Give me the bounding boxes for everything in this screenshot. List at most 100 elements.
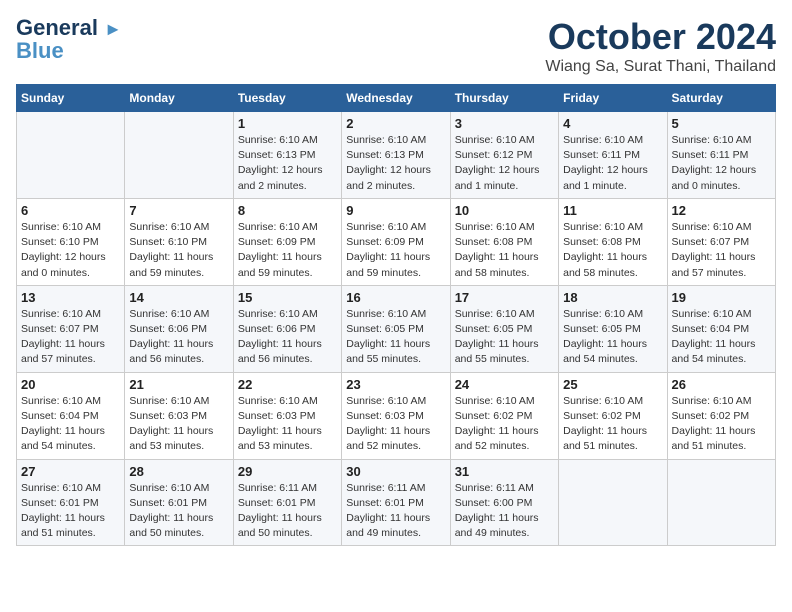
calendar-cell: 7 Sunrise: 6:10 AM Sunset: 6:10 PM Daylig…	[125, 198, 233, 285]
day-number: 2	[346, 116, 445, 131]
calendar-cell: 18 Sunrise: 6:10 AM Sunset: 6:05 PM Dayli…	[559, 285, 667, 372]
weekday-header-tuesday: Tuesday	[233, 85, 341, 112]
day-number: 8	[238, 203, 337, 218]
day-number: 25	[563, 377, 662, 392]
day-detail: Sunrise: 6:10 AM Sunset: 6:09 PM Dayligh…	[346, 220, 445, 281]
weekday-header-wednesday: Wednesday	[342, 85, 450, 112]
calendar-cell: 1Sunrise: 6:10 AM Sunset: 6:13 PM Daylig…	[233, 112, 341, 199]
calendar-cell: 27 Sunrise: 6:10 AM Sunset: 6:01 PM Dayli…	[17, 459, 125, 546]
day-detail: Sunrise: 6:10 AM Sunset: 6:12 PM Dayligh…	[455, 133, 554, 194]
weekday-header-monday: Monday	[125, 85, 233, 112]
title-block: October 2024 Wiang Sa, Surat Thani, Thai…	[545, 16, 776, 76]
day-detail: Sunrise: 6:10 AM Sunset: 6:05 PM Dayligh…	[455, 307, 554, 368]
day-number: 30	[346, 464, 445, 479]
calendar-cell: 9 Sunrise: 6:10 AM Sunset: 6:09 PM Daylig…	[342, 198, 450, 285]
location-subtitle: Wiang Sa, Surat Thani, Thailand	[545, 58, 776, 76]
calendar-cell: 14Sunrise: 6:10 AM Sunset: 6:06 PM Dayli…	[125, 285, 233, 372]
calendar-cell: 31 Sunrise: 6:11 AM Sunset: 6:00 PM Dayli…	[450, 459, 558, 546]
day-detail: Sunrise: 6:10 AM Sunset: 6:05 PM Dayligh…	[346, 307, 445, 368]
day-number: 28	[129, 464, 228, 479]
day-number: 19	[672, 290, 771, 305]
logo-blue: Blue	[16, 40, 64, 62]
day-number: 17	[455, 290, 554, 305]
calendar-cell: 19Sunrise: 6:10 AM Sunset: 6:04 PM Dayli…	[667, 285, 775, 372]
day-detail: Sunrise: 6:10 AM Sunset: 6:11 PM Dayligh…	[672, 133, 771, 194]
weekday-header-sunday: Sunday	[17, 85, 125, 112]
day-detail: Sunrise: 6:10 AM Sunset: 6:07 PM Dayligh…	[672, 220, 771, 281]
day-detail: Sunrise: 6:11 AM Sunset: 6:01 PM Dayligh…	[238, 481, 337, 542]
calendar-cell	[667, 459, 775, 546]
day-detail: Sunrise: 6:10 AM Sunset: 6:06 PM Dayligh…	[238, 307, 337, 368]
month-title: October 2024	[545, 16, 776, 58]
calendar-cell: 4 Sunrise: 6:10 AM Sunset: 6:11 PM Daylig…	[559, 112, 667, 199]
logo-general: General	[16, 15, 98, 40]
day-number: 7	[129, 203, 228, 218]
day-detail: Sunrise: 6:10 AM Sunset: 6:11 PM Dayligh…	[563, 133, 662, 194]
day-detail: Sunrise: 6:10 AM Sunset: 6:02 PM Dayligh…	[563, 394, 662, 455]
calendar-cell: 8 Sunrise: 6:10 AM Sunset: 6:09 PM Daylig…	[233, 198, 341, 285]
day-number: 14	[129, 290, 228, 305]
day-number: 21	[129, 377, 228, 392]
day-number: 15	[238, 290, 337, 305]
calendar-cell: 24Sunrise: 6:10 AM Sunset: 6:02 PM Dayli…	[450, 372, 558, 459]
day-detail: Sunrise: 6:10 AM Sunset: 6:09 PM Dayligh…	[238, 220, 337, 281]
day-number: 18	[563, 290, 662, 305]
day-detail: Sunrise: 6:10 AM Sunset: 6:13 PM Dayligh…	[346, 133, 445, 194]
calendar-cell: 25 Sunrise: 6:10 AM Sunset: 6:02 PM Dayli…	[559, 372, 667, 459]
day-detail: Sunrise: 6:10 AM Sunset: 6:03 PM Dayligh…	[129, 394, 228, 455]
day-detail: Sunrise: 6:10 AM Sunset: 6:05 PM Dayligh…	[563, 307, 662, 368]
calendar-table: SundayMondayTuesdayWednesdayThursdayFrid…	[16, 84, 776, 546]
day-number: 31	[455, 464, 554, 479]
day-number: 12	[672, 203, 771, 218]
weekday-header-thursday: Thursday	[450, 85, 558, 112]
calendar-cell: 16 Sunrise: 6:10 AM Sunset: 6:05 PM Dayli…	[342, 285, 450, 372]
calendar-cell: 11 Sunrise: 6:10 AM Sunset: 6:08 PM Dayli…	[559, 198, 667, 285]
calendar-cell: 3 Sunrise: 6:10 AM Sunset: 6:12 PM Daylig…	[450, 112, 558, 199]
calendar-cell: 30 Sunrise: 6:11 AM Sunset: 6:01 PM Dayli…	[342, 459, 450, 546]
calendar-cell: 2 Sunrise: 6:10 AM Sunset: 6:13 PM Daylig…	[342, 112, 450, 199]
logo: General ► Blue	[16, 16, 122, 62]
day-number: 11	[563, 203, 662, 218]
day-detail: Sunrise: 6:10 AM Sunset: 6:08 PM Dayligh…	[455, 220, 554, 281]
day-number: 9	[346, 203, 445, 218]
day-number: 3	[455, 116, 554, 131]
day-number: 29	[238, 464, 337, 479]
calendar-cell: 12 Sunrise: 6:10 AM Sunset: 6:07 PM Dayli…	[667, 198, 775, 285]
calendar-cell: 6Sunrise: 6:10 AM Sunset: 6:10 PM Daylig…	[17, 198, 125, 285]
calendar-cell: 20 Sunrise: 6:10 AM Sunset: 6:04 PM Dayli…	[17, 372, 125, 459]
calendar-cell: 23 Sunrise: 6:10 AM Sunset: 6:03 PM Dayli…	[342, 372, 450, 459]
day-detail: Sunrise: 6:10 AM Sunset: 6:08 PM Dayligh…	[563, 220, 662, 281]
weekday-header-saturday: Saturday	[667, 85, 775, 112]
calendar-cell: 22 Sunrise: 6:10 AM Sunset: 6:03 PM Dayli…	[233, 372, 341, 459]
day-detail: Sunrise: 6:10 AM Sunset: 6:03 PM Dayligh…	[238, 394, 337, 455]
day-number: 20	[21, 377, 120, 392]
logo-bird-icon: ►	[104, 19, 122, 39]
day-detail: Sunrise: 6:10 AM Sunset: 6:01 PM Dayligh…	[129, 481, 228, 542]
calendar-cell: 17 Sunrise: 6:10 AM Sunset: 6:05 PM Dayli…	[450, 285, 558, 372]
day-number: 22	[238, 377, 337, 392]
day-detail: Sunrise: 6:10 AM Sunset: 6:02 PM Dayligh…	[455, 394, 554, 455]
calendar-cell	[17, 112, 125, 199]
day-number: 4	[563, 116, 662, 131]
calendar-cell: 15 Sunrise: 6:10 AM Sunset: 6:06 PM Dayli…	[233, 285, 341, 372]
day-detail: Sunrise: 6:10 AM Sunset: 6:07 PM Dayligh…	[21, 307, 120, 368]
day-number: 16	[346, 290, 445, 305]
day-detail: Sunrise: 6:10 AM Sunset: 6:03 PM Dayligh…	[346, 394, 445, 455]
day-number: 26	[672, 377, 771, 392]
day-number: 6	[21, 203, 120, 218]
day-detail: Sunrise: 6:10 AM Sunset: 6:01 PM Dayligh…	[21, 481, 120, 542]
calendar-cell: 10 Sunrise: 6:10 AM Sunset: 6:08 PM Dayli…	[450, 198, 558, 285]
day-detail: Sunrise: 6:11 AM Sunset: 6:00 PM Dayligh…	[455, 481, 554, 542]
calendar-cell: 21 Sunrise: 6:10 AM Sunset: 6:03 PM Dayli…	[125, 372, 233, 459]
day-detail: Sunrise: 6:10 AM Sunset: 6:02 PM Dayligh…	[672, 394, 771, 455]
day-detail: Sunrise: 6:10 AM Sunset: 6:10 PM Dayligh…	[129, 220, 228, 281]
day-number: 27	[21, 464, 120, 479]
day-number: 10	[455, 203, 554, 218]
day-number: 5	[672, 116, 771, 131]
calendar-cell: 28 Sunrise: 6:10 AM Sunset: 6:01 PM Dayli…	[125, 459, 233, 546]
day-detail: Sunrise: 6:10 AM Sunset: 6:04 PM Dayligh…	[21, 394, 120, 455]
calendar-cell: 5 Sunrise: 6:10 AM Sunset: 6:11 PM Daylig…	[667, 112, 775, 199]
day-number: 23	[346, 377, 445, 392]
weekday-header-friday: Friday	[559, 85, 667, 112]
day-detail: Sunrise: 6:11 AM Sunset: 6:01 PM Dayligh…	[346, 481, 445, 542]
